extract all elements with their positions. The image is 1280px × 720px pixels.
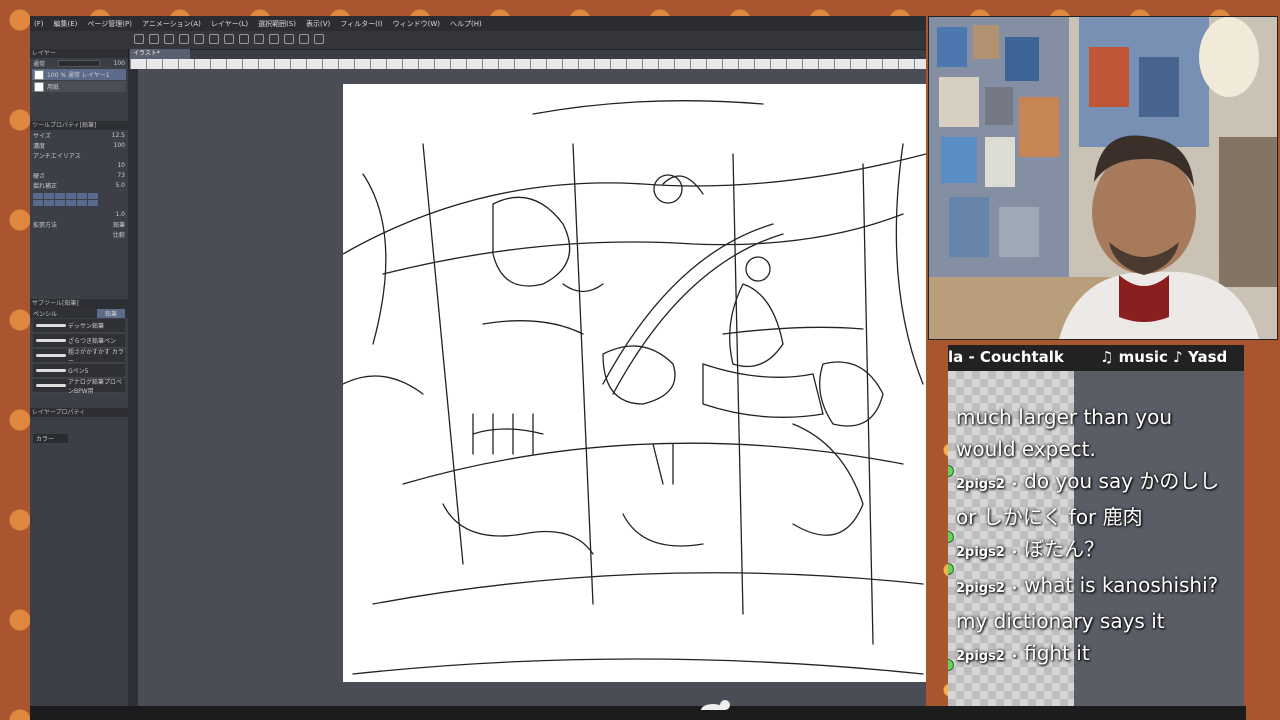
menu-help[interactable]: ヘルプ(H) xyxy=(450,19,482,29)
chat-separator: • xyxy=(1011,478,1018,491)
opacity-slider[interactable] xyxy=(58,59,101,67)
brush-name: Gペン5 xyxy=(68,368,89,375)
pen-icon[interactable] xyxy=(299,34,309,44)
chat-message: 2pigs2 • do you say かのしし or しかにく for 鹿肉 xyxy=(956,465,1238,533)
brush-item[interactable]: アナログ鉛筆プロペンBPW用 xyxy=(33,378,125,395)
now-playing-ticker: la - Couchtalk ♫ music ♪ Yasd xyxy=(948,345,1244,371)
pressure-grid[interactable] xyxy=(30,190,128,209)
brush-item[interactable]: 粗さがかすかす カラー xyxy=(33,348,125,365)
redo-icon[interactable] xyxy=(209,34,219,44)
chat-username: 2pigs2 xyxy=(956,545,1005,560)
menu-file[interactable]: (F) xyxy=(34,20,44,28)
cat-sprite-icon xyxy=(701,700,730,710)
menu-layer[interactable]: レイヤー(L) xyxy=(211,19,248,29)
webcam-image xyxy=(929,17,1277,339)
fill-icon[interactable] xyxy=(239,34,249,44)
help-icon[interactable] xyxy=(314,34,324,44)
horizontal-ruler xyxy=(130,59,926,69)
menu-bar: (F) 編集(E) ページ管理(P) アニメーション(A) レイヤー(L) 選択… xyxy=(30,16,926,31)
property-label: 硬さ xyxy=(33,172,46,180)
chat-username: 2pigs2 xyxy=(956,477,1005,492)
property-value[interactable]: 10 xyxy=(117,162,125,169)
menu-filter[interactable]: フィルター(I) xyxy=(340,19,382,29)
brush-name: 粗さがかすかす カラー xyxy=(68,348,124,365)
opacity-value: 100 xyxy=(113,59,125,67)
chat-messages: much larger than you would expect. 2pigs… xyxy=(956,401,1238,673)
sub-tool-tab-active[interactable]: 鉛筆 xyxy=(96,308,125,318)
layer-row[interactable]: 100 % 通常 レイヤー1 xyxy=(32,69,126,80)
property-value[interactable]: 1.0 xyxy=(115,211,125,218)
chat-message: 2pigs2 • ぼたん？ xyxy=(956,533,1238,569)
tool-property-title: ツールプロパティ[鉛筆] xyxy=(30,121,128,130)
undo-icon[interactable] xyxy=(194,34,204,44)
drawing-app-window: (F) 編集(E) ページ管理(P) アニメーション(A) レイヤー(L) 選択… xyxy=(30,16,926,706)
property-value[interactable]: 73 xyxy=(117,172,125,179)
chat-separator: • xyxy=(1011,650,1018,663)
menu-view[interactable]: 表示(V) xyxy=(306,19,330,29)
property-label: 濃度 xyxy=(33,142,46,150)
property-value[interactable]: 100 xyxy=(114,142,125,149)
chat-message: much larger than you xyxy=(956,405,1173,429)
save-icon[interactable] xyxy=(164,34,174,44)
menu-window[interactable]: ウィンドウ(W) xyxy=(393,19,440,29)
menu-page[interactable]: ページ管理(P) xyxy=(87,19,132,29)
sketch-drawing xyxy=(343,100,926,675)
left-panel: レイヤー 通常 100 100 % 通常 レイヤー1 用紙 ツールプロパティ[鉛… xyxy=(30,49,129,706)
layer-name: 100 % 通常 レイヤー1 xyxy=(47,72,110,79)
menu-select[interactable]: 選択範囲(S) xyxy=(258,19,296,29)
ticker-right-text: ♫ music ♪ Yasd xyxy=(1100,348,1228,366)
crop-icon[interactable] xyxy=(269,34,279,44)
brush-name: アナログ鉛筆プロペンBPW用 xyxy=(68,378,122,395)
settings-icon[interactable] xyxy=(224,34,234,44)
property-value[interactable]: 12.5 xyxy=(112,132,125,139)
brush-item[interactable]: デッサン鉛筆 xyxy=(33,319,125,333)
webcam-feed xyxy=(928,16,1278,340)
property-label: サイズ xyxy=(33,132,51,140)
layer-name: 用紙 xyxy=(47,84,60,91)
transform-icon[interactable] xyxy=(254,34,264,44)
command-bar xyxy=(30,31,926,50)
sub-tool-title: サブツール[鉛筆] xyxy=(30,299,128,308)
property-value[interactable]: 比較 xyxy=(113,230,125,239)
canvas-tab[interactable]: イラスト* xyxy=(130,49,190,59)
blend-mode-select[interactable]: 通常 xyxy=(33,59,45,68)
layer-thumbnail xyxy=(34,81,44,92)
chat-text: ぼたん？ xyxy=(1024,537,1105,561)
chat-message: 2pigs2 • fight it xyxy=(956,637,1238,673)
export-icon[interactable] xyxy=(179,34,189,44)
brush-name: ざらつき鉛筆ペン xyxy=(68,338,117,345)
property-label: アンチエイリアス xyxy=(33,152,81,160)
chat-username: 2pigs2 xyxy=(956,581,1005,596)
layer-thumbnail xyxy=(34,69,44,80)
property-value[interactable]: 5.0 xyxy=(115,182,125,189)
layer-panel-title: レイヤー xyxy=(30,49,128,58)
chat-separator: • xyxy=(1011,546,1018,559)
layer-color-dropdown[interactable]: カラー xyxy=(33,433,69,443)
chat-separator: • xyxy=(1011,582,1018,595)
chat-text: fight it xyxy=(1024,641,1090,665)
vertical-ruler xyxy=(128,69,138,706)
chat-overlay: much larger than you would expect. 2pigs… xyxy=(948,371,1244,706)
property-value[interactable]: 鉛筆 xyxy=(113,220,125,229)
brush-name: デッサン鉛筆 xyxy=(68,323,105,330)
menu-animation[interactable]: アニメーション(A) xyxy=(142,19,201,29)
ruler-icon[interactable] xyxy=(284,34,294,44)
open-file-icon[interactable] xyxy=(149,34,159,44)
property-label: 拡張方法 xyxy=(33,221,58,229)
ticker-left-text: la - Couchtalk xyxy=(948,348,1064,366)
drawing-canvas[interactable] xyxy=(343,84,926,682)
sub-tool-tab[interactable]: ペンシル xyxy=(33,309,57,318)
chat-message: would expect. xyxy=(956,437,1096,461)
new-file-icon[interactable] xyxy=(134,34,144,44)
property-label: 揺れ補正 xyxy=(33,182,58,190)
chat-message: 2pigs2 • what is kanoshishi? my dictiona… xyxy=(956,569,1238,637)
chat-username: 2pigs2 xyxy=(956,649,1005,664)
bottom-bar xyxy=(30,700,1246,720)
layer-property-title: レイヤープロパティ xyxy=(30,408,128,417)
menu-edit[interactable]: 編集(E) xyxy=(54,19,78,29)
layer-row[interactable]: 用紙 xyxy=(32,81,126,92)
